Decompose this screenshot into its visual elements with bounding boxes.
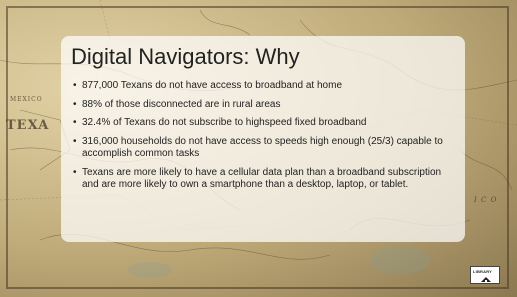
bullet-item: 88% of those disconnected are in rural a… — [73, 99, 459, 112]
bullet-item: Texans are more likely to have a cellula… — [73, 167, 459, 192]
bullet-list: 877,000 Texans do not have access to bro… — [73, 80, 459, 198]
bullet-item: 316,000 households do not have access to… — [73, 136, 459, 161]
book-icon — [481, 277, 491, 283]
library-logo: LIBRARY — [470, 266, 500, 284]
slide-title: Digital Navigators: Why — [71, 44, 300, 69]
map-label-mexico: MEXICO — [10, 96, 43, 103]
map-label-ico: I C O — [474, 196, 498, 204]
library-logo-text: LIBRARY — [473, 269, 493, 274]
map-label-texas: TEXA — [6, 118, 50, 133]
slide: MEXICO TEXA I C O Digital Navigators: Wh… — [0, 0, 517, 297]
bullet-item: 32.4% of Texans do not subscribe to high… — [73, 117, 459, 130]
bullet-item: 877,000 Texans do not have access to bro… — [73, 80, 459, 93]
